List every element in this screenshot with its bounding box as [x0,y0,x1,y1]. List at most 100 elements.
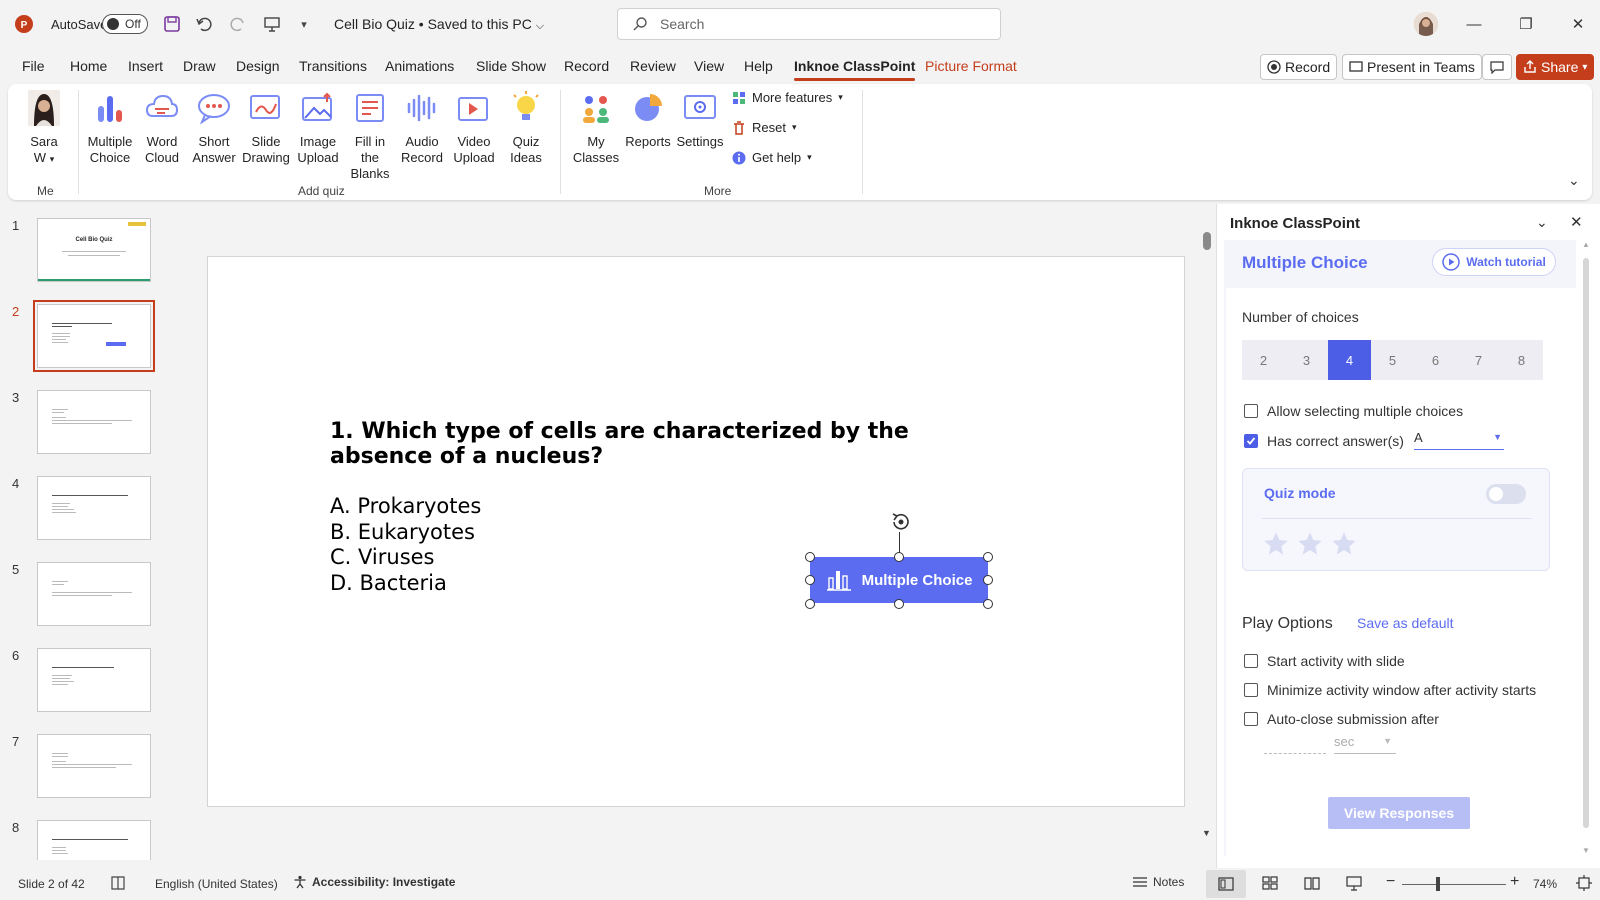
reset-button[interactable]: Reset ▾ [732,120,797,135]
get-help-button[interactable]: Get help ▾ [732,150,812,165]
tab-transitions[interactable]: Transitions [299,58,367,74]
restore-icon[interactable]: ❐ [1512,12,1540,36]
zoom-out-icon[interactable]: − [1386,873,1395,891]
slide-drawing-button[interactable]: Slide Drawing [240,90,292,166]
user-avatar[interactable] [1414,12,1438,36]
my-classes-button[interactable]: My Classes [570,90,622,166]
panel-collapse-icon[interactable]: ⌄ [1536,214,1548,231]
tab-inknoe-classpoint[interactable]: Inknoe ClassPoint [794,58,916,81]
image-upload-button[interactable]: Image Upload [292,90,344,166]
tab-design[interactable]: Design [236,58,280,74]
question-text[interactable]: 1. Which type of cells are characterized… [330,419,1010,469]
allow-multiple-row[interactable]: Allow selecting multiple choices [1244,403,1463,419]
has-correct-row[interactable]: Has correct answer(s) [1244,433,1404,449]
collapse-ribbon-icon[interactable]: ⌄ [1568,172,1580,189]
slide-thumbnail-5[interactable] [37,562,151,626]
autosave-toggle[interactable]: Off [102,14,148,34]
start-with-slide-checkbox[interactable] [1244,654,1258,668]
normal-view-button[interactable] [1206,870,1246,898]
search-box[interactable]: Search [617,8,1001,40]
present-in-teams-button[interactable]: Present in Teams [1342,54,1482,80]
undo-icon[interactable] [190,10,218,38]
option-c[interactable]: C. Viruses [330,545,435,569]
tab-view[interactable]: View [694,58,724,74]
accessibility-indicator[interactable]: Accessibility: Investigate [293,875,455,889]
choice-count-6[interactable]: 6 [1414,340,1457,380]
resize-handle[interactable] [894,552,904,562]
short-answer-button[interactable]: Short Answer [188,90,240,166]
panel-scrollbar[interactable]: ▲ ▼ [1580,240,1592,860]
language-indicator[interactable]: English (United States) [155,877,278,891]
option-a[interactable]: A. Prokaryotes [330,494,481,518]
share-button[interactable]: Share ▾ [1516,54,1595,80]
slide-count[interactable]: Slide 2 of 42 [18,877,85,891]
reading-view-icon[interactable] [1304,875,1320,891]
multiple-choice-button[interactable]: Multiple Choice [84,90,136,166]
record-button[interactable]: Record [1260,54,1338,80]
minimize-window-row[interactable]: Minimize activity window after activity … [1244,682,1536,698]
choice-count-5[interactable]: 5 [1371,340,1414,380]
tab-animations[interactable]: Animations [385,58,454,74]
zoom-in-icon[interactable]: + [1510,873,1519,891]
multiple-choice-slide-button[interactable]: Multiple Choice [810,557,988,603]
resize-handle[interactable] [894,599,904,609]
spelling-icon[interactable] [110,875,126,891]
slide-vertical-scrollbar[interactable]: ▼ [1202,228,1211,838]
zoom-slider[interactable] [1402,884,1506,885]
save-as-default-link[interactable]: Save as default [1357,615,1454,631]
tab-file[interactable]: File [22,58,45,74]
notes-button[interactable]: Notes [1132,875,1184,889]
fit-to-window-icon[interactable] [1576,875,1592,891]
choice-count-2[interactable]: 2 [1242,340,1285,380]
quiz-mode-toggle[interactable] [1486,484,1526,504]
quiz-ideas-button[interactable]: Quiz Ideas [500,90,552,166]
view-responses-button[interactable]: View Responses [1328,797,1470,829]
more-features-button[interactable]: More features ▾ [732,90,843,105]
auto-close-row[interactable]: Auto-close submission after [1244,711,1439,727]
customize-toolbar-icon[interactable]: ▾ [290,10,318,38]
choice-count-7[interactable]: 7 [1457,340,1500,380]
minimize-icon[interactable]: — [1460,12,1488,36]
slide-thumbnail-1[interactable]: Cell Bio Quiz [37,218,151,282]
video-upload-button[interactable]: Video Upload [448,90,500,166]
tab-picture-format[interactable]: Picture Format [925,58,1017,74]
tab-review[interactable]: Review [630,58,676,74]
choice-count-4[interactable]: 4 [1328,340,1371,380]
choice-count-8[interactable]: 8 [1500,340,1543,380]
panel-close-icon[interactable]: ✕ [1570,213,1583,231]
start-with-slide-row[interactable]: Start activity with slide [1244,653,1405,669]
tab-draw[interactable]: Draw [183,58,216,74]
option-b[interactable]: B. Eukaryotes [330,520,475,544]
me-profile-button[interactable]: Sara W ▾ [22,90,66,167]
has-correct-checkbox[interactable] [1244,434,1258,448]
correct-answer-select[interactable]: A ▼ [1414,430,1504,450]
auto-close-seconds-input[interactable] [1264,734,1326,754]
slide-thumbnail-2[interactable] [33,300,155,372]
tab-slide-show[interactable]: Slide Show [476,58,546,74]
slide-thumbnail-4[interactable] [37,476,151,540]
rotate-handle-icon[interactable] [890,511,912,533]
resize-handle[interactable] [805,575,815,585]
tab-help[interactable]: Help [744,58,773,74]
reports-button[interactable]: Reports [622,90,674,150]
slide-sorter-icon[interactable] [1262,875,1278,891]
close-window-icon[interactable]: ✕ [1564,12,1592,36]
slide-thumbnail-3[interactable] [37,390,151,454]
redo-icon[interactable] [224,10,252,38]
allow-multiple-checkbox[interactable] [1244,404,1258,418]
slide-thumbnail-8[interactable] [37,820,151,860]
watch-tutorial-button[interactable]: Watch tutorial [1432,248,1556,276]
resize-handle[interactable] [805,599,815,609]
zoom-slider-thumb[interactable] [1436,877,1440,891]
slide-thumbnail-7[interactable] [37,734,151,798]
tab-home[interactable]: Home [70,58,107,74]
save-icon[interactable] [158,10,186,38]
document-title[interactable]: Cell Bio Quiz • Saved to this PC ⌵ [334,16,544,33]
zoom-level[interactable]: 74% [1533,877,1557,891]
word-cloud-button[interactable]: Word Cloud [136,90,188,166]
settings-button[interactable]: Settings [674,90,726,150]
resize-handle[interactable] [983,599,993,609]
slide-thumbnail-6[interactable] [37,648,151,712]
comments-button[interactable] [1482,54,1512,80]
resize-handle[interactable] [805,552,815,562]
